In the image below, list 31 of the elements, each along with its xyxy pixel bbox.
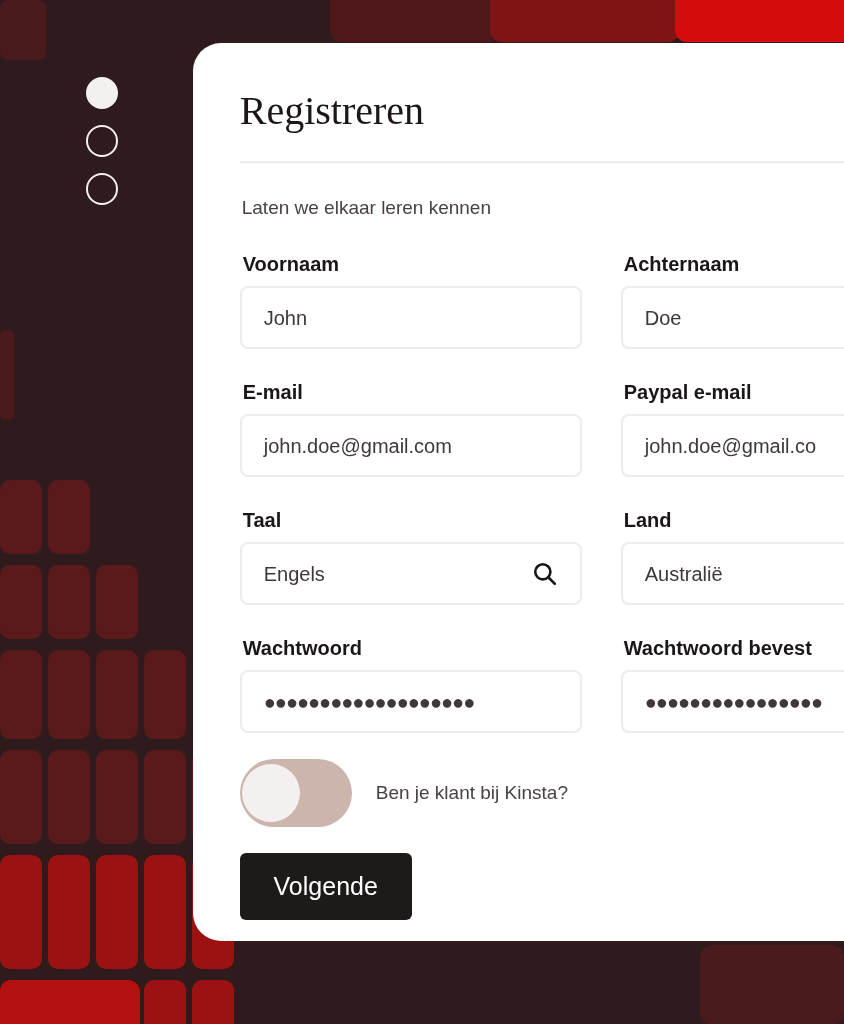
input-field[interactable]: John (239, 286, 582, 349)
field-label: Paypal e-mail (622, 380, 753, 404)
form-title: Registreren (239, 87, 426, 135)
field-value: John (263, 305, 309, 331)
field-value: ●●●●●●●●●●●●●●●●●●● (263, 689, 476, 715)
step-indicator[interactable] (86, 173, 118, 205)
step-indicator[interactable] (86, 125, 118, 157)
field-value: Engels (263, 561, 326, 587)
input-field[interactable]: john.doe@gmail.com (239, 414, 582, 477)
field-label: Taal (241, 508, 283, 532)
field-label: Land (622, 508, 673, 532)
field-value: Australië (644, 561, 724, 587)
input-field[interactable]: john.doe@gmail.co (620, 414, 844, 477)
field-label: Wachtwoord bevest (622, 636, 813, 660)
password-field[interactable]: ●●●●●●●●●●●●●●●● (620, 670, 844, 733)
next-button[interactable]: Volgende (239, 853, 412, 920)
field-label: Achternaam (622, 252, 741, 276)
password-field[interactable]: ●●●●●●●●●●●●●●●●●●● (239, 670, 582, 733)
form-subtitle: Laten we elkaar leren kennen (240, 196, 492, 220)
toggle-label: Ben je klant bij Kinsta? (375, 780, 568, 805)
input-field[interactable]: Doe (620, 286, 844, 349)
field-label: E-mail (241, 380, 304, 404)
field-value: ●●●●●●●●●●●●●●●● (644, 689, 822, 715)
field-value: Doe (644, 305, 683, 331)
search-icon (531, 560, 558, 587)
input-field[interactable]: Australië (620, 542, 844, 605)
field-value: john.doe@gmail.com (263, 433, 453, 459)
field-value: john.doe@gmail.co (644, 433, 818, 459)
search-field[interactable]: Engels (239, 542, 582, 605)
field-label: Voornaam (241, 252, 341, 276)
field-label: Wachtwoord (241, 636, 363, 660)
